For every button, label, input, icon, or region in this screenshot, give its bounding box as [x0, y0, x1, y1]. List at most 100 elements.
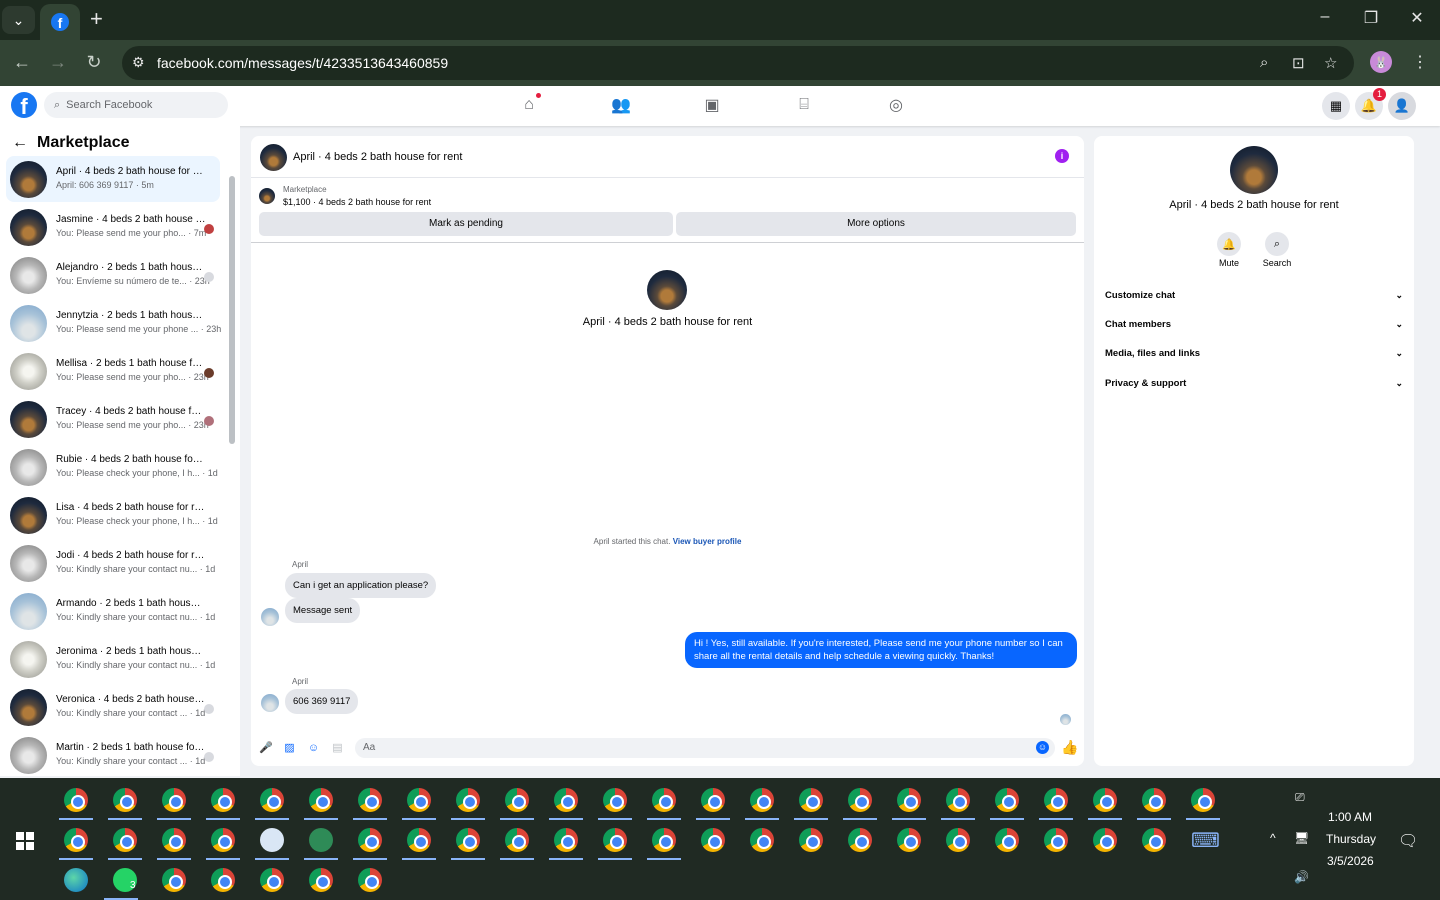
- message-input[interactable]: Aa: [355, 738, 1055, 758]
- chrome-icon[interactable]: [1142, 788, 1166, 812]
- chrome-icon[interactable]: [1044, 788, 1068, 812]
- section-chat-members[interactable]: Chat members ⌄: [1105, 319, 1403, 330]
- new-tab-button[interactable]: +: [90, 8, 103, 30]
- video-icon[interactable]: ▣: [702, 95, 722, 115]
- chrome-icon[interactable]: [358, 788, 382, 812]
- chrome-icon[interactable]: [848, 828, 872, 852]
- conversation-item[interactable]: Rubie · 4 beds 2 bath house for rent You:…: [6, 444, 220, 490]
- chrome-icon[interactable]: [652, 828, 676, 852]
- network-icon[interactable]: 🖥: [1294, 831, 1309, 845]
- chrome-icon[interactable]: [750, 828, 774, 852]
- keyboard-icon[interactable]: ⌨: [1191, 828, 1220, 852]
- microphone-icon[interactable]: 🎤: [259, 742, 273, 755]
- chrome-icon[interactable]: [554, 788, 578, 812]
- thumbs-up-icon[interactable]: 👍: [1061, 739, 1078, 756]
- chrome-icon[interactable]: [211, 788, 235, 812]
- reload-button[interactable]: ↻: [82, 52, 106, 72]
- chrome-icon[interactable]: [162, 828, 186, 852]
- chrome-icon[interactable]: [1191, 788, 1215, 812]
- bookmark-star-icon[interactable]: ☆: [1324, 54, 1337, 72]
- back-arrow-icon[interactable]: ←: [12, 134, 28, 152]
- clock-date[interactable]: 3/5/2026: [1327, 854, 1374, 868]
- chrome-icon[interactable]: [211, 828, 235, 852]
- message-bubble[interactable]: Can i get an application please?: [285, 573, 437, 598]
- view-buyer-profile-link[interactable]: View buyer profile: [673, 537, 742, 546]
- facebook-logo-icon[interactable]: f: [11, 92, 37, 118]
- clock-day[interactable]: Thursday: [1326, 832, 1376, 846]
- chrome-icon[interactable]: [162, 868, 186, 892]
- chrome-icon[interactable]: [701, 788, 725, 812]
- chrome-icon[interactable]: [701, 828, 725, 852]
- notifications-center-icon[interactable]: 🗨: [1398, 831, 1418, 851]
- details-avatar[interactable]: [1230, 146, 1278, 194]
- app-icon[interactable]: [309, 828, 333, 852]
- back-button[interactable]: ←: [10, 52, 34, 72]
- chat-avatar[interactable]: [260, 144, 287, 171]
- site-info-icon[interactable]: ⚙: [132, 54, 145, 71]
- section-media-files-links[interactable]: Media, files and links ⌄: [1105, 348, 1403, 359]
- chrome-icon[interactable]: [113, 788, 137, 812]
- my-message-bubble[interactable]: Hi ! Yes, still available. If you're int…: [685, 632, 1077, 668]
- chrome-icon[interactable]: [1093, 788, 1117, 812]
- conversation-item[interactable]: Jodi · 4 beds 2 bath house for rent You: …: [6, 540, 220, 586]
- sticker-icon[interactable]: ☺: [307, 742, 320, 755]
- chrome-icon[interactable]: [946, 828, 970, 852]
- chrome-icon[interactable]: [554, 828, 578, 852]
- chrome-icon[interactable]: [407, 828, 431, 852]
- photo-icon[interactable]: ▨: [283, 742, 296, 755]
- chrome-icon[interactable]: [407, 788, 431, 812]
- chrome-icon[interactable]: [1093, 828, 1117, 852]
- message-bubble[interactable]: Message sent: [285, 598, 361, 623]
- section-privacy-support[interactable]: Privacy & support ⌄: [1105, 378, 1403, 389]
- install-app-icon[interactable]: ⊡: [1292, 54, 1305, 72]
- conversation-item[interactable]: Jennytzia · 2 beds 1 bath house for rent…: [6, 300, 221, 346]
- app-icon[interactable]: [260, 828, 284, 852]
- chrome-icon[interactable]: [162, 788, 186, 812]
- chrome-icon[interactable]: [358, 828, 382, 852]
- sender-avatar[interactable]: [261, 608, 279, 626]
- chrome-icon[interactable]: [995, 828, 1019, 852]
- chat-title[interactable]: April · 4 beds 2 bath house for rent: [293, 151, 462, 163]
- groups-icon[interactable]: ◎: [886, 95, 906, 115]
- conversation-item[interactable]: Jeronima · 2 beds 1 bath house for rent Y…: [6, 636, 220, 682]
- chrome-icon[interactable]: [750, 788, 774, 812]
- chrome-icon[interactable]: [603, 788, 627, 812]
- list-scrollbar[interactable]: [229, 156, 235, 776]
- gif-icon[interactable]: ▤: [331, 742, 344, 755]
- clock-time[interactable]: 1:00 AM: [1328, 810, 1372, 824]
- chrome-icon[interactable]: [260, 868, 284, 892]
- windows-start-icon[interactable]: [16, 832, 34, 850]
- conversation-item[interactable]: Martin · 2 beds 1 bath house for rent You…: [6, 732, 220, 778]
- chrome-icon[interactable]: [309, 868, 333, 892]
- chrome-icon[interactable]: [456, 828, 480, 852]
- volume-icon[interactable]: 🔊: [1294, 870, 1309, 884]
- conversation-item[interactable]: Veronica · 4 beds 2 bath house for rent Y…: [6, 684, 220, 730]
- chrome-icon[interactable]: [897, 828, 921, 852]
- tray-overflow-icon[interactable]: ^: [1270, 831, 1276, 845]
- chrome-icon[interactable]: [113, 828, 137, 852]
- close-window-button[interactable]: ✕: [1402, 8, 1432, 28]
- restore-button[interactable]: ❐: [1356, 8, 1386, 28]
- more-options-button[interactable]: More options: [676, 212, 1076, 236]
- emoji-icon[interactable]: ☺: [1036, 741, 1049, 754]
- meet-now-icon[interactable]: ⎚: [1295, 790, 1305, 805]
- chrome-icon[interactable]: [1044, 828, 1068, 852]
- edge-icon[interactable]: [64, 868, 88, 892]
- info-icon[interactable]: i: [1055, 149, 1069, 163]
- chrome-icon[interactable]: [309, 788, 333, 812]
- conversation-item[interactable]: April · 4 beds 2 bath house for rent Apri…: [6, 156, 220, 202]
- chrome-icon[interactable]: [358, 868, 382, 892]
- account-avatar-icon[interactable]: 👤: [1388, 92, 1416, 120]
- facebook-search-input[interactable]: ⌕ Search Facebook: [44, 92, 228, 118]
- message-bubble[interactable]: 606 369 9117: [285, 689, 359, 714]
- chrome-icon[interactable]: [456, 788, 480, 812]
- listing-thumbnail[interactable]: [259, 188, 275, 204]
- search-icon[interactable]: ⌕: [1265, 232, 1289, 256]
- section-customize-chat[interactable]: Customize chat ⌄: [1105, 290, 1403, 301]
- menu-grid-icon[interactable]: ▦: [1322, 92, 1350, 120]
- listing-text[interactable]: $1,100 · 4 beds 2 bath house for rent: [283, 197, 431, 207]
- chrome-icon[interactable]: [64, 828, 88, 852]
- chrome-icon[interactable]: [64, 788, 88, 812]
- forward-button[interactable]: →: [46, 52, 70, 72]
- conversation-item[interactable]: Armando · 2 beds 1 bath house for rent Yo…: [6, 588, 220, 634]
